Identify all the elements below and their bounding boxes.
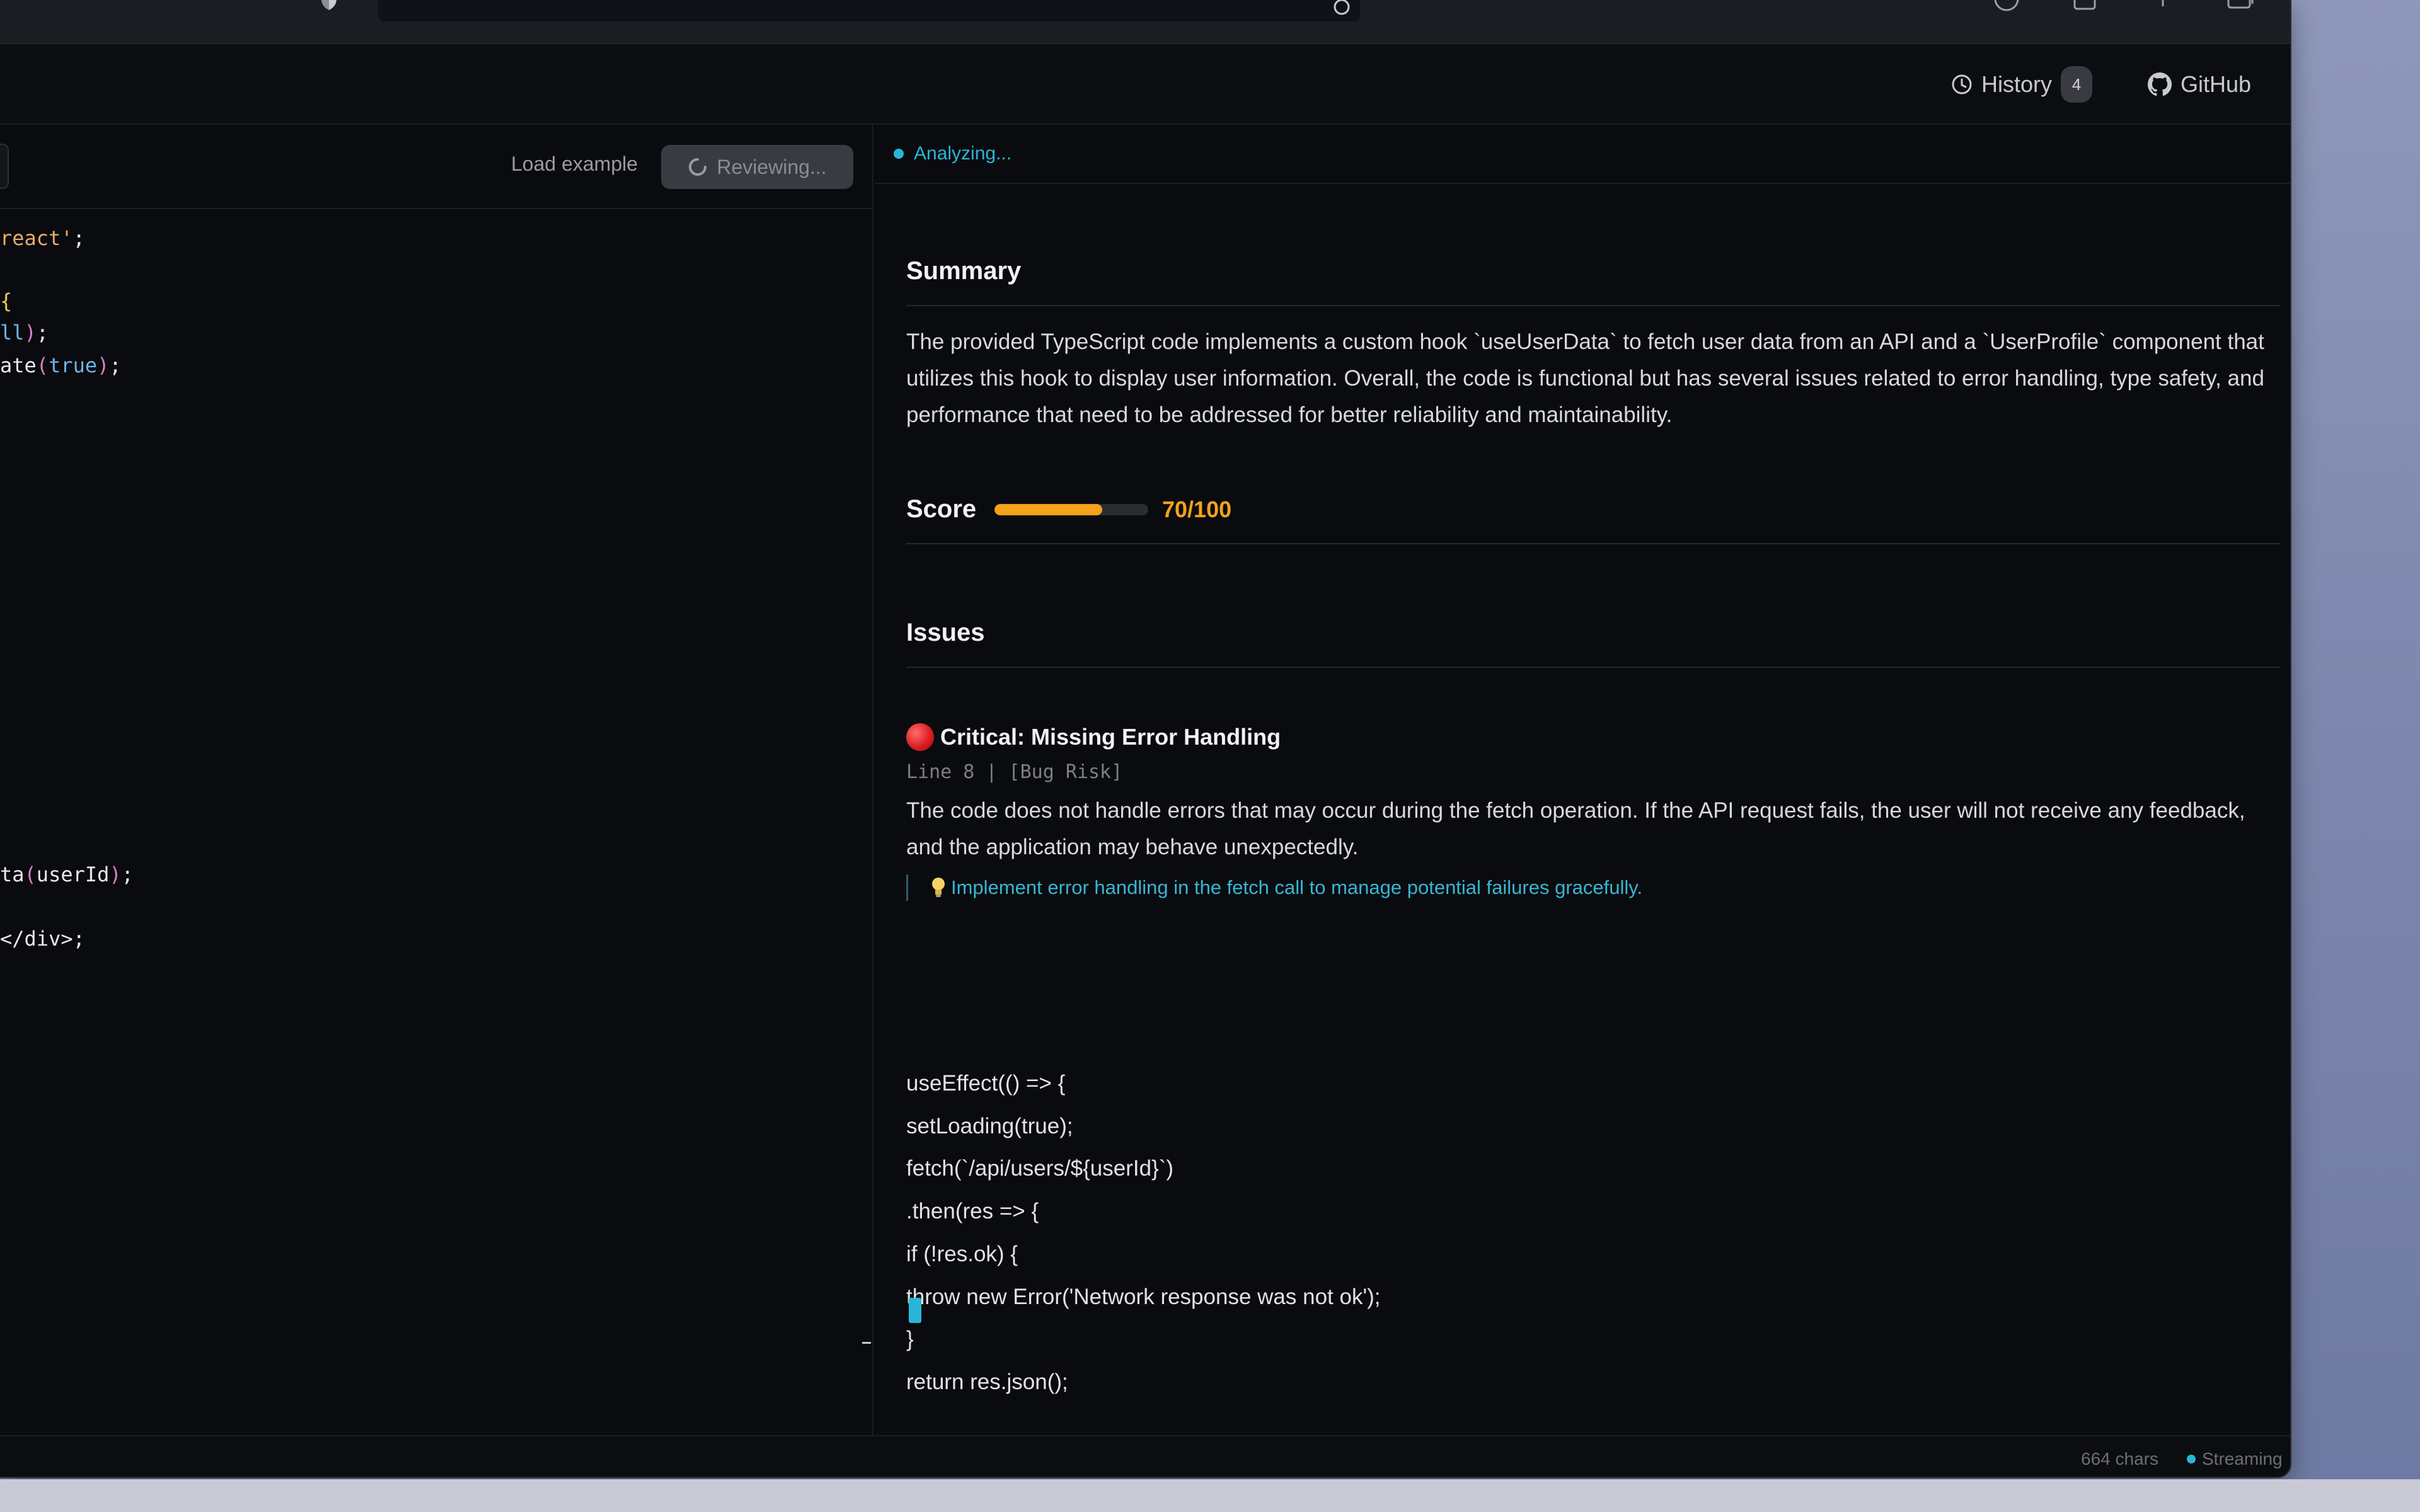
new-tab-icon[interactable]	[2148, 0, 2178, 11]
streaming-dot	[2187, 1455, 2196, 1463]
shield-icon[interactable]	[315, 0, 343, 10]
code-snippet-line: useEffect(() => {	[906, 1071, 1066, 1096]
language-select[interactable]	[0, 144, 9, 189]
desktop-background-strip	[0, 1479, 2420, 1512]
code-snippet-line: .then(res => {	[906, 1199, 1039, 1223]
history-button[interactable]: History 4	[1951, 44, 2093, 125]
divider	[906, 305, 2280, 306]
critical-severity-icon	[906, 723, 934, 751]
issue-description: The code does not handle errors that may…	[906, 798, 2245, 859]
review-button-label: Reviewing...	[717, 155, 827, 178]
divider	[906, 543, 2280, 544]
review-pane: Analyzing... Summary The provided TypeSc…	[875, 125, 2290, 1435]
lightbulb-icon	[932, 878, 945, 897]
history-label: History	[1981, 71, 2053, 97]
downloads-icon[interactable]	[1991, 0, 2022, 11]
code-line: {	[0, 289, 13, 313]
app-header: History 4 GitHub	[0, 44, 2290, 125]
code-line: ta(userId);	[0, 862, 134, 886]
analysis-status: Analyzing...	[875, 125, 2290, 184]
share-icon[interactable]	[2070, 0, 2100, 11]
code-snippet-line: throw new Error('Network response was no…	[906, 1285, 1381, 1309]
score-value: 70/100	[1162, 496, 1232, 522]
code-line: </div>;	[0, 927, 85, 951]
char-count: 664 chars	[2081, 1449, 2158, 1469]
pane-resize-handle[interactable]	[862, 1342, 871, 1344]
summary-text: The provided TypeScript code implements …	[906, 329, 2264, 427]
github-icon	[2148, 72, 2172, 96]
score-heading: Score	[906, 495, 977, 523]
code-line: ll);	[0, 321, 49, 345]
editor-toolbar: Load example Reviewing...	[0, 125, 872, 209]
suggestion-text: Implement error handling in the fetch ca…	[951, 876, 1643, 898]
clock-icon	[1952, 74, 1972, 94]
code-editor-pane: Load example Reviewing... react'; { ll);…	[0, 125, 873, 1435]
app-window: History 4 GitHub Load example Reviewing.…	[0, 0, 2291, 1478]
status-dot	[894, 149, 904, 159]
github-label: GitHub	[2181, 71, 2252, 97]
code-snippet-line: fetch(`/api/users/${userId}`)	[906, 1156, 1174, 1181]
issue-suggestion: Implement error handling in the fetch ca…	[906, 874, 1642, 901]
code-snippet-line: }	[906, 1327, 914, 1351]
history-count-badge: 4	[2061, 66, 2093, 103]
reload-icon[interactable]	[1332, 0, 1351, 16]
code-line: ate(true);	[0, 353, 122, 377]
code-line: react';	[0, 226, 85, 250]
streaming-indicator: Streaming	[2187, 1449, 2283, 1469]
issue-title-text: Critical: Missing Error Handling	[940, 724, 1281, 750]
code-snippet-line: if (!res.ok) {	[906, 1242, 1018, 1266]
issue-meta: Line 8 | [Bug Risk]	[906, 761, 1123, 783]
summary-heading: Summary	[906, 257, 1022, 285]
streaming-label: Streaming	[2202, 1449, 2283, 1469]
streaming-cursor	[909, 1298, 921, 1323]
browser-toolbar	[0, 0, 2290, 44]
issues-heading: Issues	[906, 619, 985, 646]
code-snippet-line: setLoading(true);	[906, 1114, 1073, 1138]
code-snippet-line: return res.json();	[906, 1370, 1068, 1394]
load-example-button[interactable]: Load example	[511, 152, 638, 176]
status-footer: 664 chars Streaming	[0, 1435, 2290, 1477]
spinner-icon	[689, 158, 707, 176]
review-button[interactable]: Reviewing...	[661, 145, 853, 189]
address-bar[interactable]	[378, 0, 1360, 21]
divider	[906, 667, 2280, 668]
issue-title: Critical: Missing Error Handling	[906, 723, 1281, 751]
score-bar-fill	[994, 504, 1102, 515]
score-bar	[994, 504, 1148, 515]
status-text: Analyzing...	[914, 143, 1012, 164]
tab-overview-icon[interactable]	[2225, 0, 2255, 11]
github-link[interactable]: GitHub	[2148, 44, 2251, 125]
